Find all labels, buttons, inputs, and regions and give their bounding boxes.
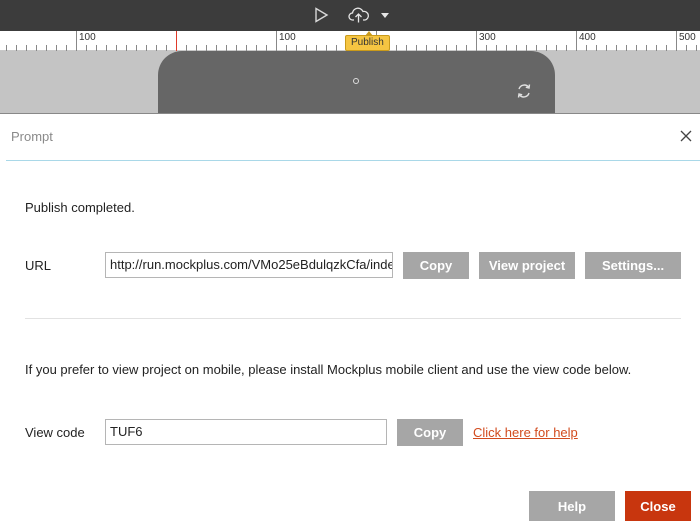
view-project-button[interactable]: View project (479, 252, 575, 279)
ruler-label: 300 (479, 32, 496, 43)
ruler-label: 400 (579, 32, 596, 43)
app-window: 100 100 300 400 500 Publish Prompt Publi… (0, 0, 700, 530)
ruler-label: 500 (679, 32, 696, 43)
preview-play-button[interactable] (310, 3, 332, 27)
close-icon[interactable] (678, 128, 694, 144)
phone-device-frame[interactable] (158, 51, 555, 113)
copy-code-button[interactable]: Copy (397, 419, 463, 446)
url-label: URL (25, 258, 52, 273)
ruler-label: 100 (79, 32, 96, 43)
divider (25, 318, 681, 319)
design-canvas[interactable] (0, 51, 700, 113)
cloud-upload-icon (348, 7, 369, 23)
help-button[interactable]: Help (529, 491, 615, 521)
publish-dropdown-button[interactable] (378, 3, 392, 27)
view-code-label: View code (25, 425, 85, 440)
publish-button[interactable] (346, 3, 372, 27)
status-message: Publish completed. (25, 200, 135, 215)
top-toolbar (0, 0, 700, 31)
dialog-title: Prompt (11, 129, 53, 144)
caret-down-icon (381, 13, 389, 18)
rotate-device-button[interactable] (514, 81, 534, 101)
publish-tooltip: Publish (345, 31, 390, 51)
prompt-dialog: Prompt Publish completed. URL http://run… (0, 113, 700, 530)
camera-icon (353, 78, 359, 84)
help-link[interactable]: Click here for help (473, 425, 578, 440)
close-button[interactable]: Close (625, 491, 691, 521)
url-field[interactable]: http://run.mockplus.com/VMo25eBdulqzkCfa… (105, 252, 393, 278)
dialog-header: Prompt (6, 114, 700, 161)
copy-url-button[interactable]: Copy (403, 252, 469, 279)
ruler-label: 100 (279, 32, 296, 43)
rotate-icon (517, 84, 531, 98)
view-code-field[interactable]: TUF6 (105, 419, 387, 445)
play-icon (315, 7, 329, 23)
mobile-instructions: If you prefer to view project on mobile,… (25, 362, 632, 377)
settings-button[interactable]: Settings... (585, 252, 681, 279)
